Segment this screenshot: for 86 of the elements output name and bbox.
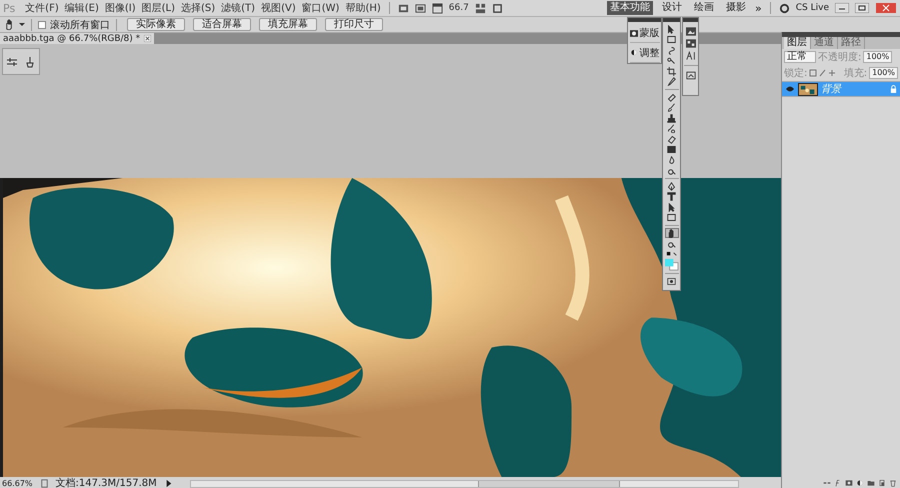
image-icon[interactable] <box>686 27 696 36</box>
tool-button[interactable] <box>664 34 678 44</box>
workspace-tab[interactable]: 绘画 <box>691 1 718 15</box>
tool-button[interactable] <box>664 212 678 222</box>
hand-icon[interactable] <box>4 19 15 30</box>
workspace-tab[interactable]: 设计 <box>659 1 686 15</box>
panel-item[interactable]: 调整 <box>630 43 660 63</box>
option-button[interactable]: 填充屏幕 <box>259 18 317 31</box>
workspace-tab[interactable]: 摄影 <box>723 1 750 15</box>
more-workspaces[interactable]: » <box>755 2 762 14</box>
new-layer-icon[interactable] <box>878 479 886 487</box>
adjustment-icon <box>630 49 638 56</box>
opacity-field[interactable]: 100% <box>863 51 892 63</box>
fx-icon[interactable] <box>834 479 842 487</box>
option-button[interactable]: 实际像素 <box>127 18 185 31</box>
quick-mask-icon[interactable] <box>667 277 676 286</box>
minimize-icon[interactable] <box>835 3 849 13</box>
marquee-icon <box>667 35 676 44</box>
trash-icon[interactable] <box>889 479 897 487</box>
hand-icon <box>667 228 676 238</box>
character-icon[interactable] <box>686 51 696 60</box>
zoom-level[interactable]: 66.67% <box>2 478 33 488</box>
color-swatches-icon[interactable] <box>664 258 679 271</box>
crop-icon <box>667 66 676 76</box>
mask-icon <box>630 30 638 37</box>
eyedropper-icon <box>667 77 676 86</box>
restore-icon[interactable] <box>855 3 869 13</box>
document-icon <box>38 478 50 488</box>
opacity-label: 不透明度: <box>818 50 862 64</box>
type-icon <box>667 192 676 201</box>
fill-label: 填充: <box>844 66 868 80</box>
close-icon[interactable] <box>875 3 897 13</box>
lock-label: 锁定: <box>784 66 808 80</box>
checkbox[interactable] <box>38 20 46 28</box>
menu-item[interactable]: 图层(L) <box>142 1 175 15</box>
menu-item[interactable]: 窗口(W) <box>302 1 340 15</box>
menu-item[interactable]: 滤镜(T) <box>221 1 256 15</box>
swap-colors-icon[interactable] <box>666 251 678 258</box>
panel-item[interactable]: 蒙版 <box>630 24 660 44</box>
zoom-dropdown[interactable]: 66.7 <box>448 3 469 13</box>
menu-item[interactable]: 文件(F) <box>25 1 59 15</box>
panel-tab[interactable]: 路径 <box>838 37 865 49</box>
blend-mode-dropdown[interactable]: 正常 <box>784 51 816 63</box>
document-tab[interactable]: aaabbb.tga @ 66.7%(RGB/8) * <box>0 33 154 44</box>
menu-item[interactable]: 图像(I) <box>104 1 136 15</box>
grid-icon[interactable] <box>686 39 696 48</box>
horizontal-scrollbar[interactable] <box>190 480 739 488</box>
menu-item[interactable]: 编辑(E) <box>64 1 99 15</box>
lasso-icon <box>667 46 676 54</box>
eraser-icon <box>667 134 676 144</box>
layer-name: 背景 <box>821 82 841 96</box>
mask-icon[interactable] <box>845 479 853 487</box>
workspace-tab[interactable]: 基本功能 <box>607 1 654 15</box>
tool-button[interactable] <box>664 113 678 123</box>
tool-button[interactable] <box>664 192 678 202</box>
menu-item[interactable]: 视图(V) <box>261 1 296 15</box>
scroll-thumb[interactable] <box>478 480 620 487</box>
shape-icon <box>667 213 676 222</box>
option-button[interactable]: 打印尺寸 <box>325 18 383 31</box>
stamp-icon <box>667 114 676 122</box>
blur-icon <box>667 156 676 164</box>
close-icon[interactable] <box>144 35 152 42</box>
cs-live-menu[interactable]: CS Live <box>796 3 829 13</box>
document-info: 文档:147.3M/157.8M <box>56 478 157 488</box>
tool-button[interactable] <box>664 76 678 86</box>
option-button[interactable]: 适合屏幕 <box>193 18 251 31</box>
panel-tab[interactable]: 通道 <box>811 37 838 49</box>
screen-mode-icon[interactable] <box>492 2 503 14</box>
pen-icon <box>667 182 676 190</box>
tool-presets-icon[interactable] <box>6 56 18 68</box>
move-icon <box>667 24 676 34</box>
panel-tab[interactable]: 图层 <box>784 37 811 49</box>
checkbox-label: 滚动所有窗口 <box>50 18 110 32</box>
adjustment-icon[interactable] <box>856 479 864 487</box>
circle-icon <box>778 2 790 14</box>
menu-item[interactable]: 选择(S) <box>181 1 216 15</box>
tool-button[interactable] <box>664 228 678 238</box>
tool-button[interactable] <box>664 66 678 76</box>
path-icon <box>667 202 676 212</box>
document-title: aaabbb.tga @ 66.7%(RGB/8) * <box>3 34 140 44</box>
app-logo: Ps <box>3 2 16 14</box>
fill-field[interactable]: 100% <box>869 67 898 79</box>
eye-icon[interactable] <box>785 85 795 93</box>
tool-button[interactable] <box>664 144 678 154</box>
caret-icon[interactable] <box>19 23 25 26</box>
menu-item[interactable]: 帮助(H) <box>345 1 381 15</box>
